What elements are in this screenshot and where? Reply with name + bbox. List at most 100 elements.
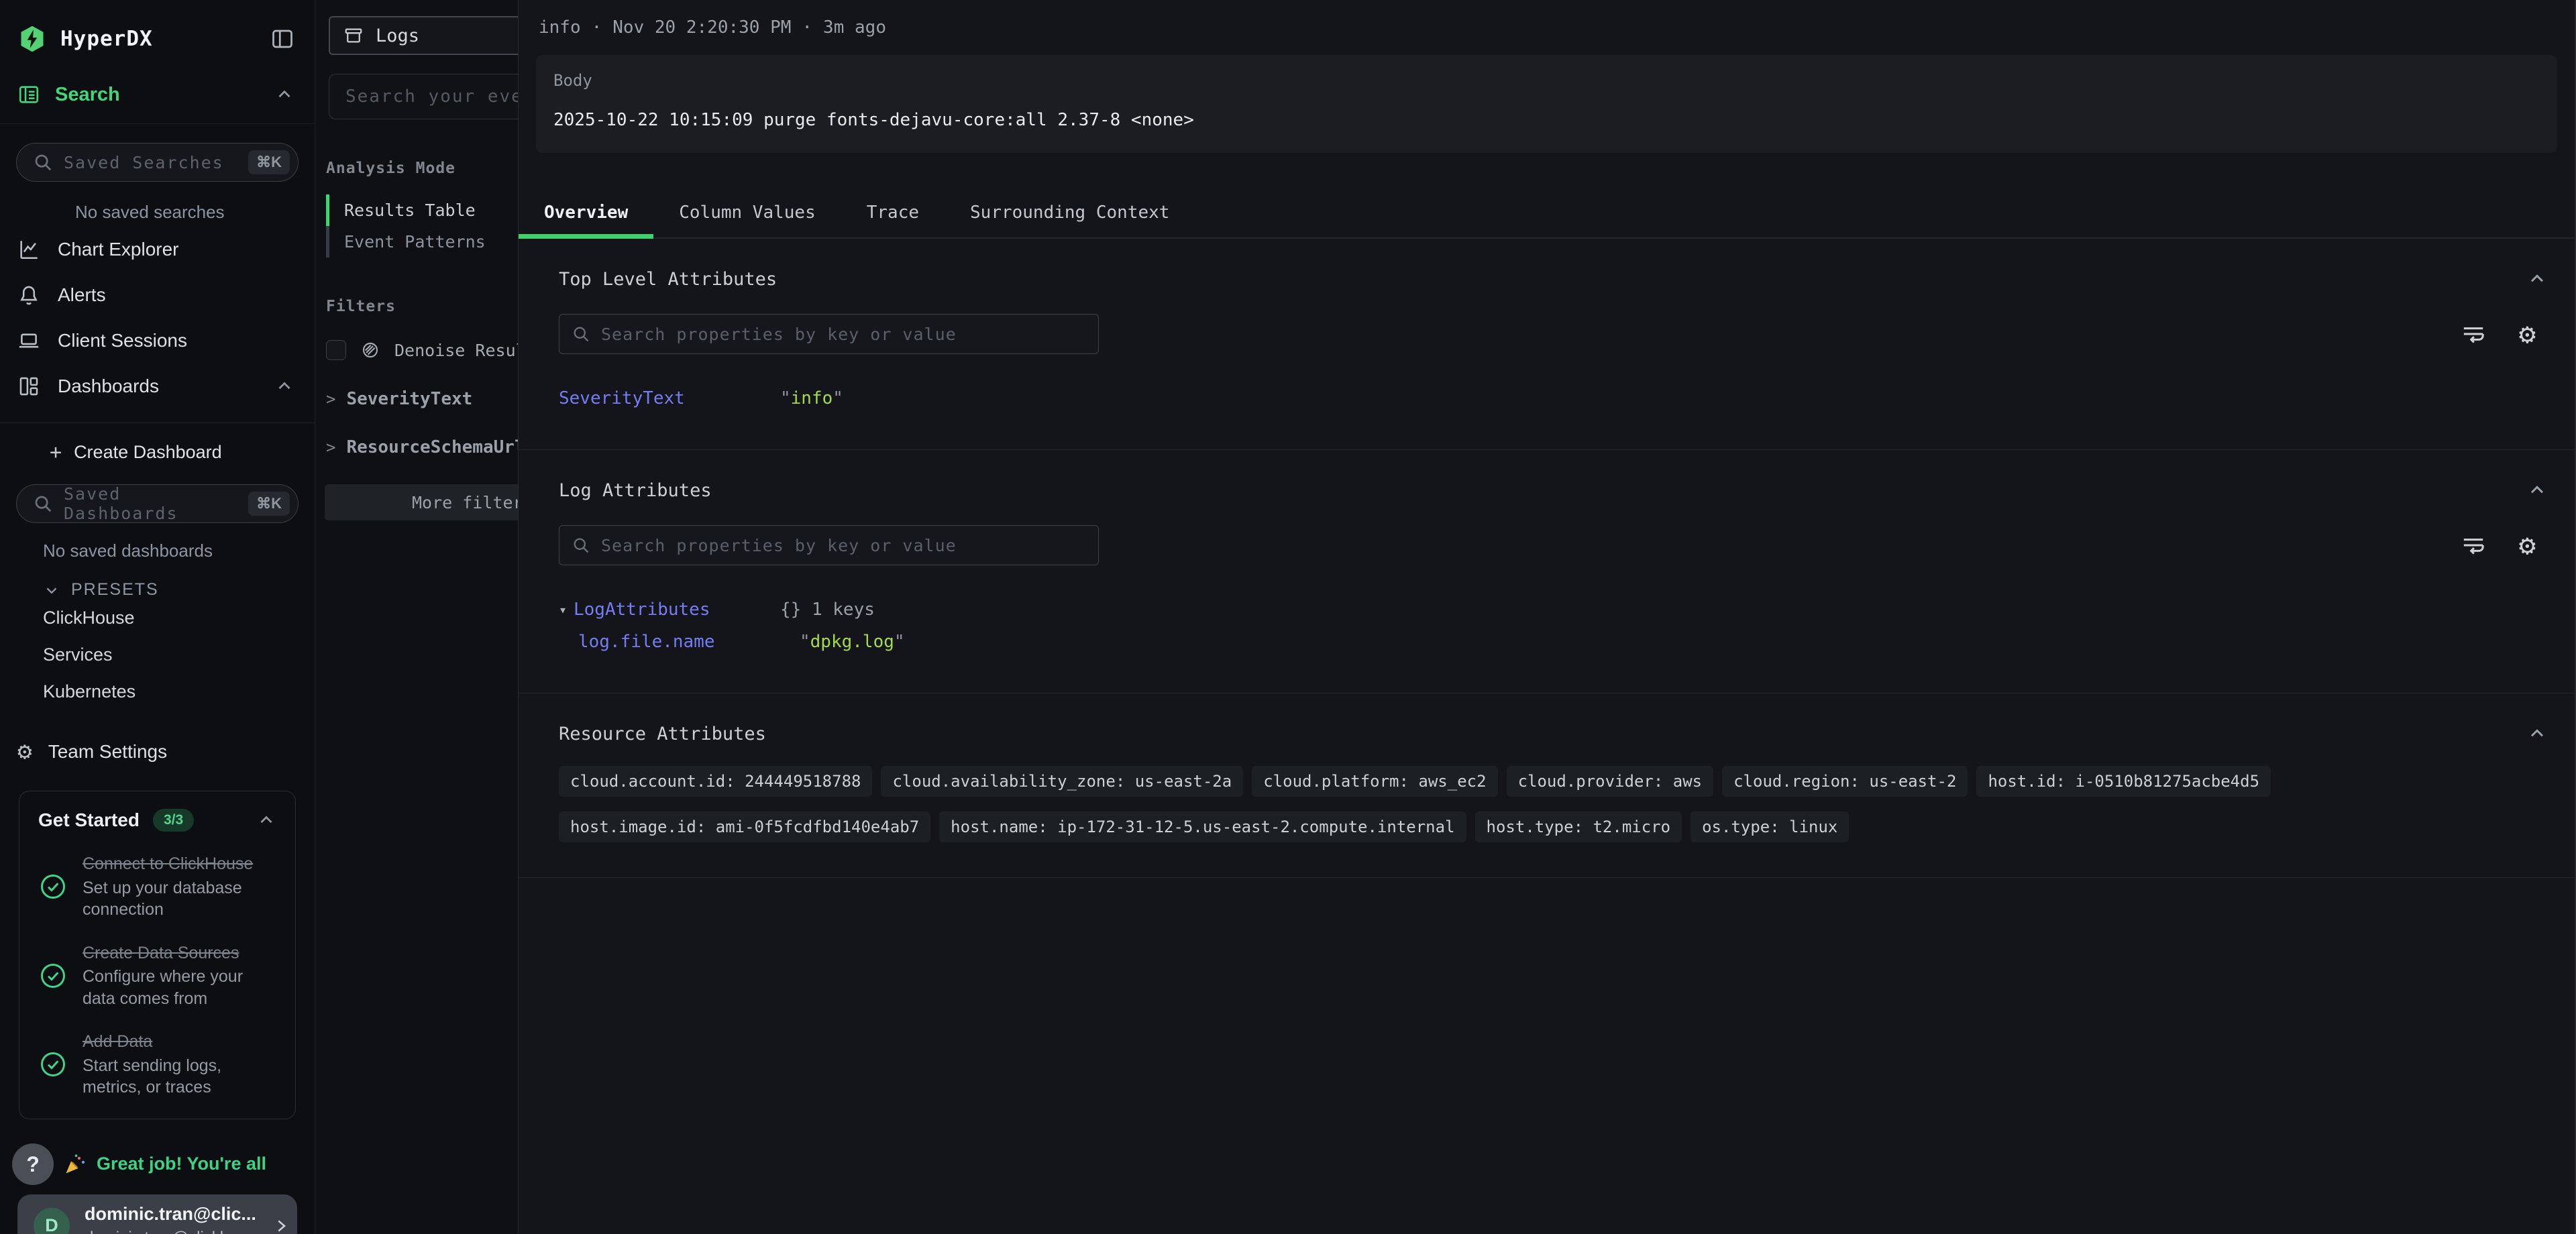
properties-search-input[interactable]: Search properties by key or value xyxy=(559,525,1099,565)
resource-attribute-chip[interactable]: cloud.provider: aws xyxy=(1507,766,1714,797)
search-icon xyxy=(572,536,590,555)
resource-attribute-chip[interactable]: cloud.region: us-east-2 xyxy=(1722,766,1968,797)
no-saved-searches-text: No saved searches xyxy=(0,182,315,227)
saved-dashboards-placeholder: Saved Dashboards xyxy=(64,484,237,523)
wrap-lines-icon[interactable] xyxy=(2460,321,2487,347)
hyperdx-logo-icon[interactable] xyxy=(17,24,47,54)
event-header: info · Nov 20 2:20:30 PM · 3m ago xyxy=(519,0,2575,38)
body-label: Body xyxy=(553,71,2540,90)
chart-icon xyxy=(17,238,40,261)
empty-area xyxy=(519,878,2575,1234)
sidebar-item-alerts[interactable]: Alerts xyxy=(0,272,315,318)
filters-label: Filters xyxy=(326,298,518,315)
saved-searches-placeholder: Saved Searches xyxy=(64,153,237,172)
chevron-up-icon[interactable] xyxy=(274,85,294,105)
tab-column-values[interactable]: Column Values xyxy=(653,186,841,237)
denoise-icon xyxy=(360,339,381,361)
preset-kubernetes[interactable]: Kubernetes xyxy=(0,673,315,710)
resource-attribute-chip[interactable]: host.name: ip-172-31-12-5.us-east-2.comp… xyxy=(939,811,1466,842)
presets-toggle[interactable]: PRESETS xyxy=(0,561,315,600)
get-started-card: Get Started 3/3 Connect to ClickHouse Se… xyxy=(19,791,296,1119)
sidebar-item-client-sessions-label: Client Sessions xyxy=(58,330,187,351)
attribute-value[interactable]: "dpkg.log" xyxy=(800,632,905,652)
team-settings-label: Team Settings xyxy=(48,741,167,763)
step-description: Start sending logs, metrics, or traces xyxy=(83,1055,266,1099)
tab-trace[interactable]: Trace xyxy=(841,186,945,237)
resource-attribute-chip[interactable]: host.image.id: ami-0f5fcdfbd140e4ab7 xyxy=(559,811,930,842)
presets-label: PRESETS xyxy=(71,580,159,600)
attribute-key[interactable]: LogAttributes xyxy=(574,600,780,620)
denoise-label: Denoise Results xyxy=(394,341,518,360)
preset-clickhouse[interactable]: ClickHouse xyxy=(0,600,315,636)
sidebar-item-dashboards[interactable]: Dashboards xyxy=(0,363,315,409)
search-icon xyxy=(33,152,53,172)
sidebar: HyperDX Search Saved Searches ⌘K No save… xyxy=(0,0,315,1234)
sidebar-item-team-settings[interactable]: ⚙ Team Settings xyxy=(0,710,315,764)
attribute-row: SeverityText "info" xyxy=(559,382,2548,414)
analysis-mode-options: Results Table Event Patterns xyxy=(315,194,518,258)
step-description: Configure where your data comes from xyxy=(83,966,266,1009)
attribute-key[interactable]: SeverityText xyxy=(559,388,780,408)
resource-attribute-chip[interactable]: os.type: linux xyxy=(1690,811,1849,842)
create-dashboard-button[interactable]: + Create Dashboard xyxy=(0,423,315,465)
get-started-step-add-data[interactable]: Add Data Start sending logs, metrics, or… xyxy=(38,1031,276,1099)
filter-group-resourceschemaurl[interactable]: > ResourceSchemaUrl xyxy=(326,437,518,457)
laptop-icon xyxy=(17,329,40,352)
plus-icon: + xyxy=(50,441,62,464)
attribute-tree-parent: ▾ LogAttributes {} 1 keys xyxy=(559,594,2548,626)
sidebar-item-search[interactable]: Search xyxy=(0,72,315,124)
get-started-step-connect[interactable]: Connect to ClickHouse Set up your databa… xyxy=(38,853,276,921)
settings-gear-icon[interactable]: ⚙ xyxy=(2519,531,2536,559)
mode-results-table[interactable]: Results Table xyxy=(326,194,518,226)
collapse-section-icon[interactable] xyxy=(2526,480,2548,501)
chevron-up-icon[interactable] xyxy=(256,810,276,830)
preset-services[interactable]: Services xyxy=(0,636,315,673)
more-filters-button[interactable]: More filters xyxy=(325,484,518,520)
body-log-text[interactable]: 2025-10-22 10:15:09 purge fonts-dejavu-c… xyxy=(553,110,2540,130)
source-select[interactable]: Logs xyxy=(329,16,518,55)
properties-search-placeholder: Search properties by key or value xyxy=(601,325,957,344)
collapse-section-icon[interactable] xyxy=(2526,268,2548,290)
resource-attribute-chip[interactable]: cloud.account.id: 244449518788 xyxy=(559,766,872,797)
denoise-checkbox[interactable] xyxy=(326,340,346,360)
chevron-up-icon[interactable] xyxy=(274,376,294,396)
event-search-input[interactable]: Search your events xyxy=(329,74,518,119)
chevron-right-icon: > xyxy=(326,390,335,408)
brand-title: HyperDX xyxy=(60,27,153,51)
user-account-button[interactable]: D dominic.tran@clic... dominic.tran@clic… xyxy=(17,1194,297,1234)
help-button[interactable]: ? xyxy=(12,1143,54,1185)
user-email: dominic.tran@clickho... xyxy=(85,1229,256,1234)
collapse-section-icon[interactable] xyxy=(2526,723,2548,744)
congrats-row: ? Great job! You're all xyxy=(0,1143,315,1192)
sidebar-item-dashboards-label: Dashboards xyxy=(58,376,159,397)
properties-search-input[interactable]: Search properties by key or value xyxy=(559,314,1099,354)
get-started-step-data-sources[interactable]: Create Data Sources Configure where your… xyxy=(38,942,276,1010)
search-icon xyxy=(33,494,53,514)
sidebar-collapse-icon[interactable] xyxy=(270,27,294,51)
tab-overview[interactable]: Overview xyxy=(519,186,653,237)
saved-dashboards-input[interactable]: Saved Dashboards ⌘K xyxy=(16,484,299,523)
tree-caret-icon[interactable]: ▾ xyxy=(559,602,574,618)
get-started-header[interactable]: Get Started 3/3 xyxy=(38,809,276,832)
resource-attribute-chips: cloud.account.id: 244449518788 cloud.ava… xyxy=(559,766,2548,842)
sidebar-item-client-sessions[interactable]: Client Sessions xyxy=(0,318,315,363)
kbd-shortcut: ⌘K xyxy=(248,492,290,516)
sidebar-item-chart-explorer[interactable]: Chart Explorer xyxy=(0,227,315,272)
attribute-value[interactable]: "info" xyxy=(780,388,843,408)
mode-event-patterns[interactable]: Event Patterns xyxy=(326,226,518,258)
attribute-key[interactable]: log.file.name xyxy=(578,632,800,652)
filter-group-severitytext[interactable]: > SeverityText xyxy=(326,389,518,409)
tab-surrounding-context[interactable]: Surrounding Context xyxy=(945,186,1195,237)
settings-gear-icon[interactable]: ⚙ xyxy=(2519,320,2536,348)
wrap-lines-icon[interactable] xyxy=(2460,532,2487,559)
denoise-results-row: Denoise Results xyxy=(326,339,518,361)
attribute-row: log.file.name "dpkg.log" xyxy=(578,626,2548,658)
resource-attribute-chip[interactable]: cloud.availability_zone: us-east-2a xyxy=(881,766,1243,797)
sidebar-item-alerts-label: Alerts xyxy=(58,284,106,306)
resource-attribute-chip[interactable]: cloud.platform: aws_ec2 xyxy=(1252,766,1497,797)
resource-attribute-chip[interactable]: host.id: i-0510b81275acbe4d5 xyxy=(1976,766,2271,797)
section-title: Log Attributes xyxy=(559,480,712,501)
section-title: Resource Attributes xyxy=(559,724,766,744)
saved-searches-input[interactable]: Saved Searches ⌘K xyxy=(16,143,299,182)
resource-attribute-chip[interactable]: host.type: t2.micro xyxy=(1475,811,1682,842)
